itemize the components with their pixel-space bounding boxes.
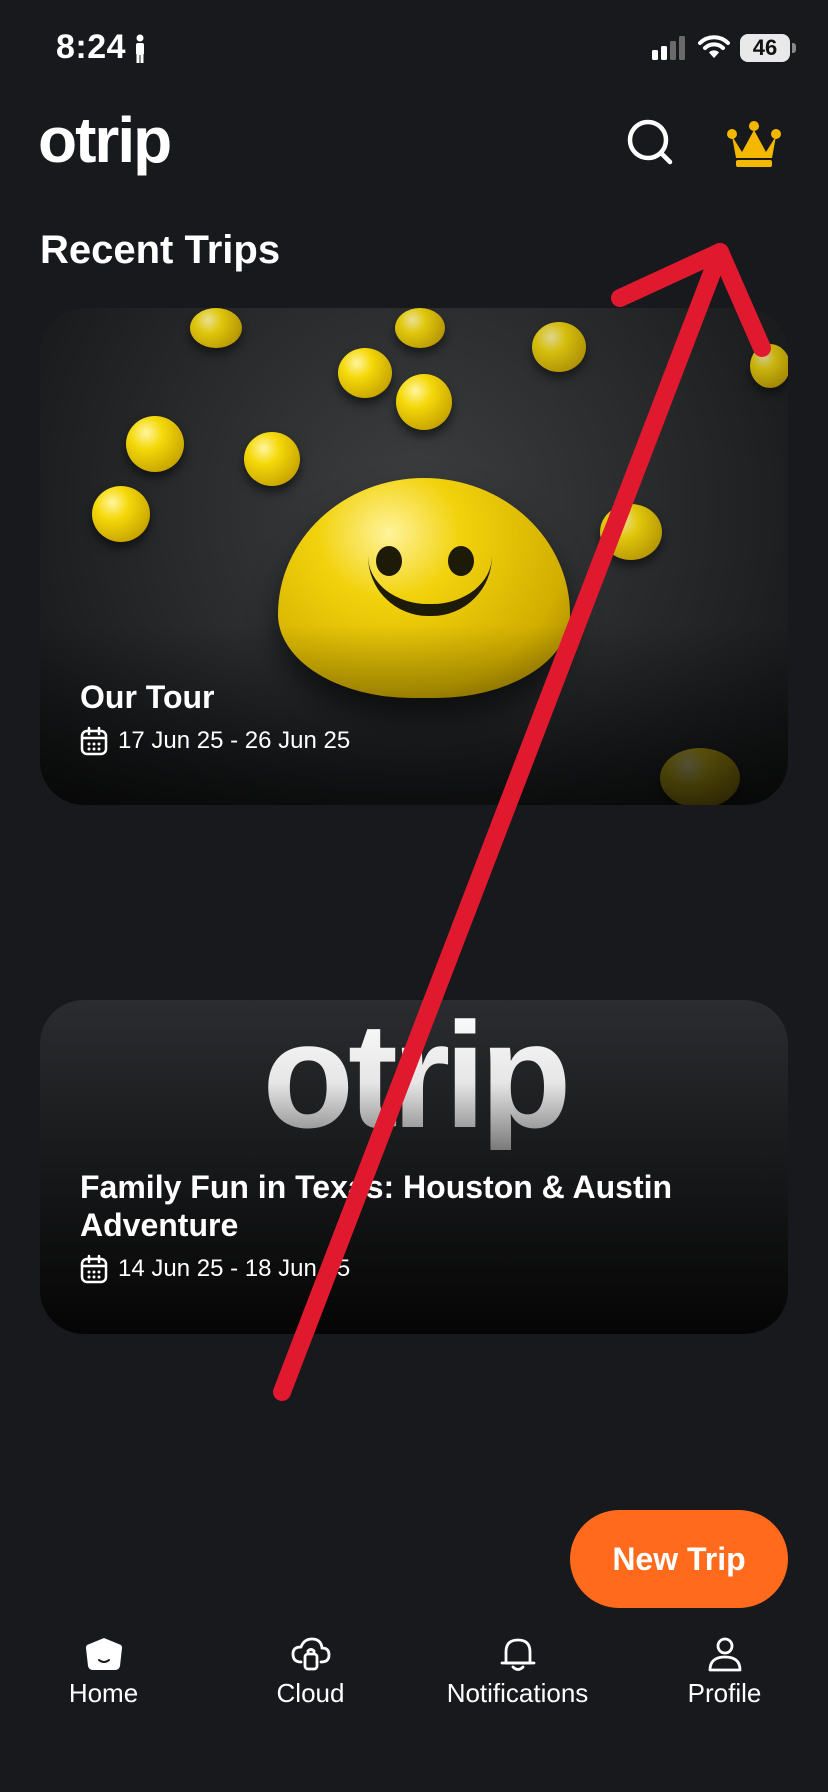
nav-notifications[interactable]: Notifications [414, 1636, 621, 1709]
calendar-icon [80, 726, 108, 756]
trip-dates: 14 Jun 25 - 18 Jun 25 [80, 1254, 350, 1284]
trip-card[interactable]: otrip Family Fun in Texas: Houston & Aus… [40, 1000, 788, 1334]
home-icon [85, 1638, 122, 1670]
cover-logo: otrip [40, 1000, 788, 1150]
status-time: 8:24 [56, 28, 127, 66]
battery-indicator: 46 [740, 34, 790, 62]
trip-dates: 17 Jun 25 - 26 Jun 25 [80, 726, 350, 756]
battery-tip [792, 43, 796, 53]
calendar-icon [80, 1254, 108, 1284]
crown-icon [727, 121, 781, 167]
trip-title: Our Tour [80, 679, 215, 715]
search-button[interactable] [626, 118, 676, 168]
trip-card[interactable]: Our Tour 17 Jun 25 - 26 Jun 25 [40, 308, 788, 805]
trip-title: Family Fun in Texas: Houston & Austin Ad… [80, 1169, 673, 1243]
nav-home[interactable]: Home [0, 1636, 207, 1709]
premium-button[interactable] [726, 120, 782, 170]
app-logo: otrip [38, 104, 172, 176]
nav-label: Home [68, 1678, 139, 1708]
bell-icon [500, 1638, 535, 1671]
person-icon [136, 34, 144, 63]
nav-label: Profile [687, 1678, 762, 1708]
nav-profile[interactable]: Profile [621, 1636, 828, 1709]
trip-date-range: 14 Jun 25 - 18 Jun 25 [118, 1255, 351, 1282]
signal-icon [652, 36, 685, 60]
cloud-icon [291, 1637, 330, 1671]
nav-label: Notifications [446, 1678, 589, 1708]
search-icon [627, 119, 673, 165]
nav-label: Cloud [276, 1678, 345, 1708]
new-trip-button[interactable]: New Trip [570, 1510, 788, 1608]
nav-cloud[interactable]: Cloud [207, 1636, 414, 1709]
trip-date-range: 17 Jun 25 - 26 Jun 25 [118, 727, 351, 754]
section-title: Recent Trips [40, 228, 281, 272]
user-icon [708, 1637, 741, 1672]
wifi-icon [698, 35, 730, 58]
